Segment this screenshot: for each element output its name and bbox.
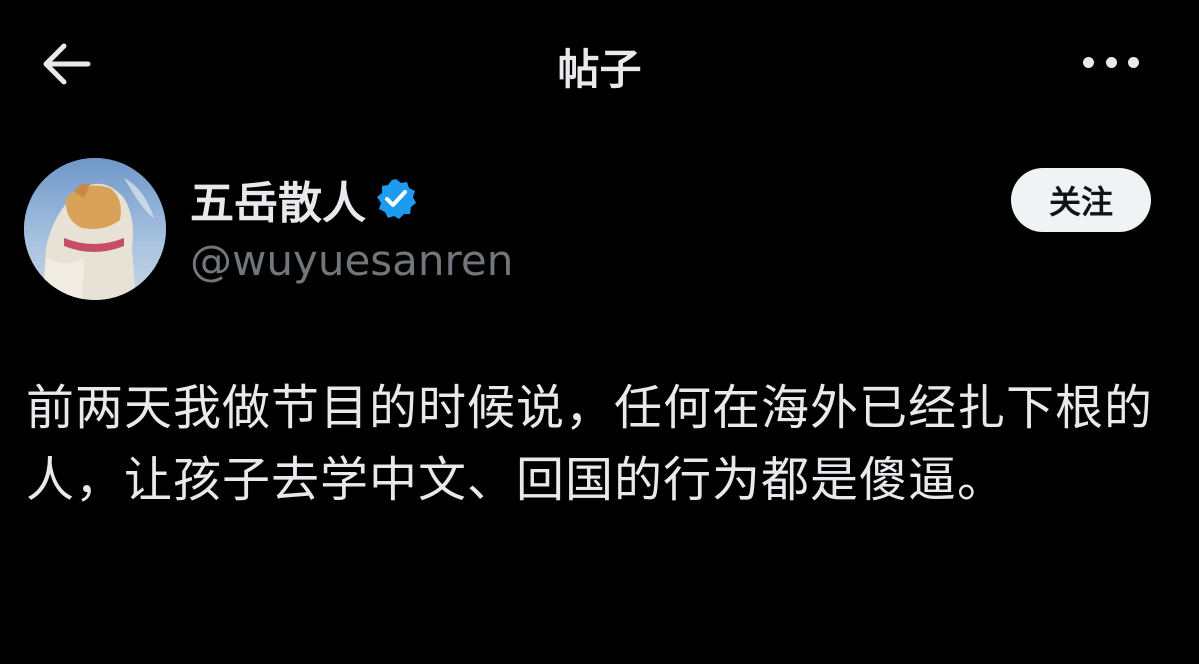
follow-button[interactable]: 关注	[1011, 168, 1151, 232]
more-horizontal-icon	[1083, 56, 1094, 68]
more-dot	[1105, 56, 1117, 68]
author-name-row: 五岳散人	[190, 167, 418, 231]
author-handle[interactable]: @wuyuesanren	[190, 236, 513, 285]
cat-avatar-icon	[24, 158, 166, 300]
post-body-text: 前两天我做节目的时候说，任何在海外已经扎下根的人，让孩子去学中文、回国的行为都是…	[26, 380, 1154, 508]
verified-badge-icon	[377, 179, 416, 219]
avatar[interactable]	[24, 158, 166, 300]
more-options-button[interactable]	[1083, 50, 1139, 74]
more-dot	[1128, 56, 1139, 68]
page-title: 帖子	[557, 45, 642, 94]
top-bar: 帖子	[0, 0, 1199, 130]
author-display-name[interactable]: 五岳散人	[190, 167, 366, 231]
